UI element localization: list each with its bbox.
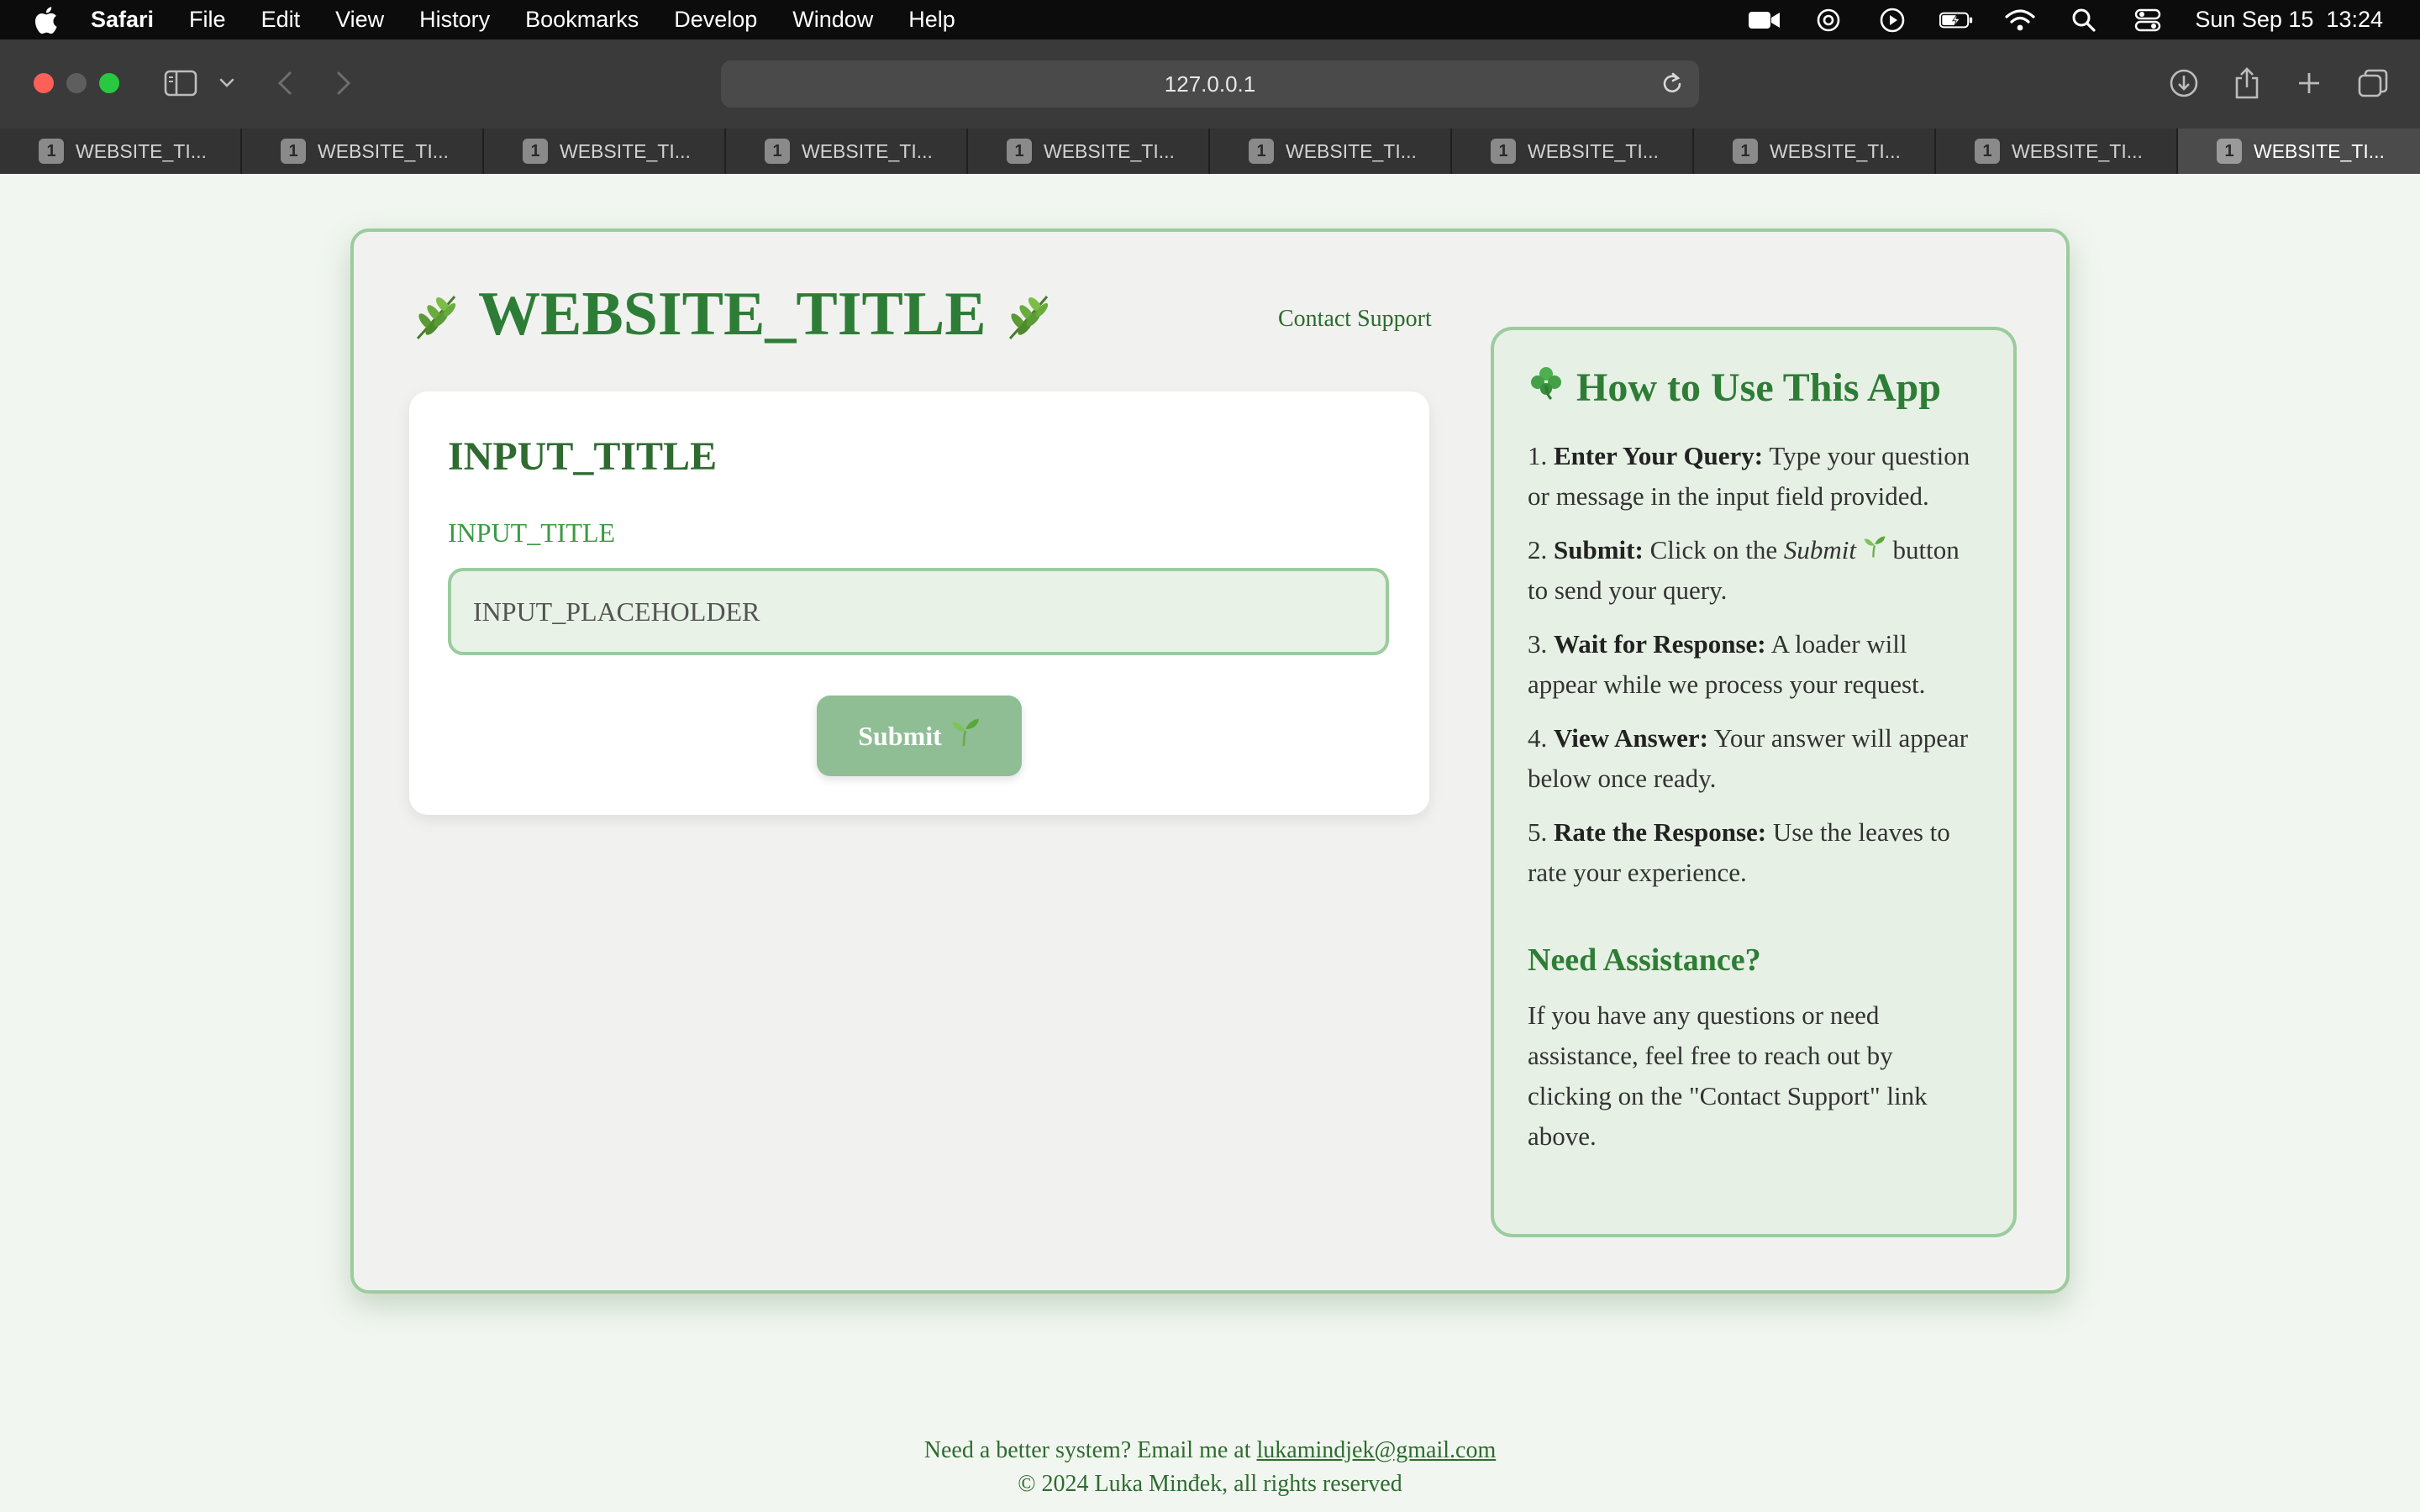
browser-tab[interactable]: 1 WEBSITE_TI... — [1210, 129, 1452, 174]
instruction-step: 4. View Answer: Your answer will appear … — [1528, 723, 1969, 793]
submit-label: Submit — [858, 720, 942, 751]
control-center-icon[interactable] — [2131, 8, 2165, 33]
how-to-panel: How to Use This App 1. Enter Your Query:… — [1491, 327, 2017, 1237]
video-camera-icon[interactable] — [1748, 8, 1781, 33]
browser-tab[interactable]: 1 WEBSITE_TI... — [726, 129, 968, 174]
assistance-heading: Need Assistance? — [1528, 942, 1761, 978]
instruction-step: 5. Rate the Response: Use the leaves to … — [1528, 817, 1950, 887]
tab-count-badge: 1 — [1491, 139, 1516, 164]
menu-help[interactable]: Help — [908, 7, 955, 33]
new-tab-icon[interactable] — [2294, 65, 2324, 102]
tab-label: WEBSITE_TI... — [76, 139, 207, 162]
page-footer: Need a better system? Email me at lukami… — [0, 1434, 2420, 1501]
contact-support-link[interactable]: Contact Support — [1278, 306, 1432, 333]
tab-label: WEBSITE_TI... — [318, 139, 449, 162]
instruction-step: 3. Wait for Response: A loader will appe… — [1528, 629, 1926, 699]
menu-bookmarks[interactable]: Bookmarks — [525, 7, 639, 33]
menu-view[interactable]: View — [335, 7, 384, 33]
how-to-title: How to Use This App — [1576, 365, 1941, 410]
menu-file[interactable]: File — [189, 7, 226, 33]
tab-label: WEBSITE_TI... — [1044, 139, 1175, 162]
close-window-button[interactable] — [34, 73, 54, 93]
footer-copyright: © 2024 Luka Minđek, all rights reserved — [1018, 1471, 1402, 1497]
search-icon[interactable] — [2067, 8, 2101, 33]
tab-label: WEBSITE_TI... — [1286, 139, 1417, 162]
sidebar-icon[interactable] — [163, 65, 198, 102]
seedling-icon — [950, 717, 981, 754]
browser-tab[interactable]: 1 WEBSITE_TI... — [242, 129, 484, 174]
browser-tab[interactable]: 1 WEBSITE_TI... — [1936, 129, 2178, 174]
forward-arrow-icon[interactable] — [331, 65, 356, 102]
minimize-window-button[interactable] — [66, 73, 87, 93]
page-title: WEBSITE_TITLE — [478, 280, 986, 349]
tab-count-badge: 1 — [2217, 139, 2242, 164]
browser-tab-active[interactable]: 1 WEBSITE_TI... — [2178, 129, 2420, 174]
browser-tab[interactable]: 1 WEBSITE_TI... — [968, 129, 1210, 174]
share-icon[interactable] — [2232, 65, 2262, 102]
input-label: INPUT_TITLE — [448, 517, 616, 548]
input-panel: INPUT_TITLE INPUT_TITLE Submit — [409, 391, 1429, 815]
reload-icon[interactable] — [1659, 71, 1686, 97]
tab-label: WEBSITE_TI... — [1770, 139, 1901, 162]
browser-tab[interactable]: 1 WEBSITE_TI... — [484, 129, 726, 174]
tab-count-badge: 1 — [523, 139, 548, 164]
tab-label: WEBSITE_TI... — [2254, 139, 2385, 162]
browser-tab[interactable]: 1 WEBSITE_TI... — [1452, 129, 1694, 174]
web-page: WEBSITE_TITLE Contact Support INPUT_TITL… — [0, 174, 2420, 1512]
herb-icon — [409, 288, 463, 342]
tab-label: WEBSITE_TI... — [2012, 139, 2143, 162]
assistance-text: If you have any questions or need assist… — [1528, 1000, 1928, 1151]
tab-count-badge: 1 — [39, 139, 64, 164]
footer-prompt: Need a better system? Email me at — [923, 1437, 1257, 1463]
tab-count-badge: 1 — [1975, 139, 2000, 164]
tab-count-badge: 1 — [765, 139, 790, 164]
input-panel-title: INPUT_TITLE — [448, 434, 718, 479]
herb-icon — [1002, 288, 1055, 342]
tab-count-badge: 1 — [1007, 139, 1032, 164]
browser-toolbar: 127.0.0.1 — [0, 39, 2420, 129]
menu-history[interactable]: History — [419, 7, 490, 33]
browser-tab[interactable]: 1 WEBSITE_TI... — [1694, 129, 1936, 174]
menubar-clock[interactable]: Sun Sep 15 13:24 — [2195, 7, 2383, 33]
instructions-list: 1. Enter Your Query: Type your question … — [1528, 436, 1980, 893]
how-to-heading: How to Use This App — [1528, 364, 1980, 411]
menu-edit[interactable]: Edit — [261, 7, 301, 33]
downloads-icon[interactable] — [2168, 65, 2200, 102]
back-arrow-icon[interactable] — [272, 65, 297, 102]
site-header: WEBSITE_TITLE — [409, 279, 1055, 350]
apple-icon[interactable] — [32, 6, 59, 34]
tab-count-badge: 1 — [1733, 139, 1758, 164]
footer-email-link[interactable]: lukamindjek@gmail.com — [1257, 1437, 1497, 1463]
menu-bar: Safari File Edit View History Bookmarks … — [0, 0, 2420, 39]
menu-window[interactable]: Window — [792, 7, 873, 33]
browser-tab[interactable]: 1 WEBSITE_TI... — [0, 129, 242, 174]
submit-button[interactable]: Submit — [817, 696, 1022, 776]
query-input[interactable] — [448, 568, 1389, 655]
play-circle-icon[interactable] — [1876, 8, 1909, 33]
instruction-step: 1. Enter Your Query: Type your question … — [1528, 441, 1970, 511]
tab-label: WEBSITE_TI... — [1528, 139, 1659, 162]
tab-label: WEBSITE_TI... — [802, 139, 933, 162]
chevron-down-icon[interactable] — [217, 65, 237, 102]
tab-count-badge: 1 — [1249, 139, 1274, 164]
wifi-icon[interactable] — [2003, 8, 2037, 33]
chatgpt-icon[interactable] — [1812, 8, 1845, 33]
address-bar[interactable]: 127.0.0.1 — [721, 60, 1699, 108]
main-card: WEBSITE_TITLE Contact Support INPUT_TITL… — [350, 228, 2070, 1294]
tab-label: WEBSITE_TI... — [560, 139, 691, 162]
menu-app-name[interactable]: Safari — [91, 7, 154, 33]
instruction-step: 2. Submit: Click on the Submit button to… — [1528, 535, 1960, 605]
tab-bar: 1 WEBSITE_TI... 1 WEBSITE_TI... 1 WEBSITE_T… — [0, 129, 2420, 174]
menu-develop[interactable]: Develop — [674, 7, 757, 33]
battery-icon[interactable] — [1939, 8, 1973, 33]
seedling-icon — [1863, 535, 1886, 564]
shamrock-icon — [1528, 364, 1565, 411]
tab-overview-icon[interactable] — [2356, 65, 2390, 102]
tab-count-badge: 1 — [281, 139, 306, 164]
url-text: 127.0.0.1 — [1164, 71, 1256, 97]
maximize-window-button[interactable] — [99, 73, 119, 93]
